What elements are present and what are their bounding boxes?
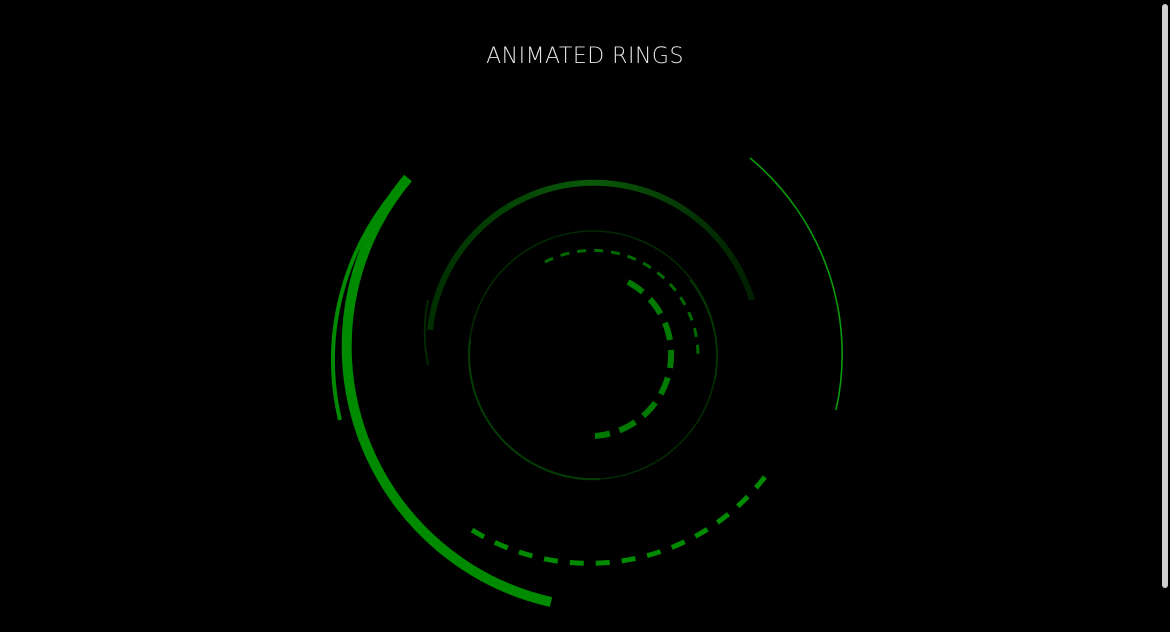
outer-right-arc bbox=[749, 157, 843, 411]
bottom-dashed-arc bbox=[470, 468, 773, 566]
inner-dim-ring bbox=[468, 230, 718, 480]
scrollbar-thumb[interactable] bbox=[1162, 4, 1168, 588]
scrollbar[interactable] bbox=[1160, 0, 1170, 632]
rings-graphic bbox=[331, 157, 843, 607]
inner-dashed-arc bbox=[544, 248, 700, 356]
outer-left-arc bbox=[341, 174, 553, 607]
outer-left-arc-inner bbox=[331, 183, 402, 421]
page: ANIMATED RINGS bbox=[0, 0, 1170, 632]
inner-thick-dashed-arc bbox=[594, 279, 675, 439]
middle-left-arc bbox=[423, 299, 429, 366]
inner-dim-ring-highlight bbox=[468, 339, 601, 481]
